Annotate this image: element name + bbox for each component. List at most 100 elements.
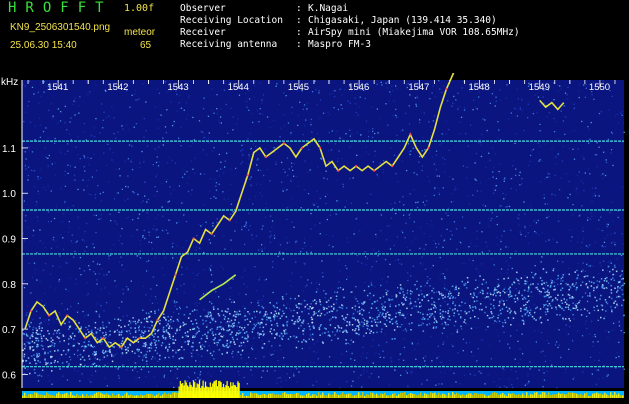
noise-speck [271, 324, 273, 326]
noise-speck [276, 325, 279, 327]
noise-speck [302, 133, 304, 136]
noise-speck [578, 83, 580, 85]
noise-speck [310, 212, 312, 215]
noise-speck [139, 334, 142, 336]
noise-speck [110, 353, 113, 356]
activity-tick [406, 395, 408, 398]
noise-speck [581, 120, 583, 123]
noise-speck [293, 321, 296, 323]
noise-speck [338, 259, 340, 261]
noise-speck [489, 298, 491, 300]
noise-speck [190, 193, 192, 195]
activity-tick [302, 395, 304, 398]
noise-speck [311, 318, 314, 321]
noise-speck [548, 215, 550, 218]
noise-speck [441, 133, 443, 135]
noise-speck [87, 193, 90, 195]
noise-speck [208, 142, 210, 144]
noise-speck [240, 162, 242, 165]
noise-speck [269, 231, 271, 233]
noise-speck [289, 280, 291, 282]
noise-speck [44, 319, 47, 321]
noise-speck [409, 217, 411, 219]
noise-speck [445, 323, 447, 326]
noise-speck [357, 319, 359, 321]
noise-speck [259, 113, 261, 115]
noise-speck [548, 342, 550, 345]
noise-speck [396, 141, 398, 143]
noise-speck [610, 306, 612, 308]
noise-speck [218, 349, 221, 351]
noise-speck [419, 155, 421, 158]
noise-speck [329, 214, 332, 217]
noise-speck [576, 309, 579, 311]
noise-speck [104, 364, 106, 367]
noise-speck [425, 244, 427, 246]
activity-burst [214, 380, 216, 398]
noise-speck [367, 285, 370, 288]
activity-tick [464, 395, 466, 398]
noise-speck [566, 94, 568, 96]
noise-speck [516, 271, 518, 274]
noise-speck [245, 93, 247, 95]
noise-speck [380, 214, 382, 216]
noise-speck [150, 310, 152, 313]
noise-speck [210, 197, 212, 200]
noise-speck [494, 289, 496, 291]
noise-speck [358, 328, 360, 331]
noise-speck [276, 322, 278, 325]
noise-speck [578, 90, 580, 92]
noise-speck [247, 324, 249, 326]
noise-speck [390, 147, 392, 149]
noise-speck [318, 90, 320, 92]
noise-speck [216, 113, 218, 115]
noise-speck [54, 359, 56, 362]
noise-speck [413, 221, 415, 223]
noise-speck [421, 383, 423, 385]
noise-speck [402, 329, 404, 332]
noise-speck [99, 193, 101, 195]
noise-speck [600, 174, 602, 177]
noise-speck [279, 344, 281, 347]
noise-speck [111, 355, 113, 357]
noise-speck [551, 193, 553, 195]
activity-tick [566, 394, 568, 398]
noise-speck [408, 123, 411, 125]
noise-speck [607, 109, 610, 111]
noise-speck [108, 115, 110, 117]
noise-speck [332, 234, 334, 237]
noise-speck [192, 340, 194, 342]
noise-speck [589, 295, 591, 297]
noise-speck [426, 223, 428, 225]
noise-speck [417, 201, 419, 203]
noise-speck [209, 242, 212, 244]
noise-speck [93, 127, 96, 129]
noise-speck [205, 326, 208, 328]
activity-tick [594, 393, 596, 398]
noise-speck [78, 112, 80, 114]
noise-speck [150, 347, 153, 349]
noise-speck [564, 301, 567, 304]
noise-speck [543, 197, 545, 199]
noise-speck [510, 112, 512, 114]
noise-speck [550, 296, 552, 298]
noise-speck [81, 356, 84, 358]
noise-speck [212, 150, 214, 152]
noise-speck [33, 93, 35, 95]
noise-speck [48, 364, 51, 366]
noise-speck [531, 315, 534, 318]
activity-tick [82, 394, 84, 398]
noise-speck [401, 230, 403, 232]
noise-speck [23, 355, 25, 358]
noise-speck [312, 300, 314, 302]
noise-speck [592, 276, 595, 279]
noise-speck [265, 207, 267, 209]
noise-speck [428, 121, 430, 123]
activity-tick [536, 392, 538, 398]
noise-speck [36, 333, 39, 335]
noise-speck [443, 85, 445, 87]
noise-speck [38, 102, 40, 104]
noise-speck [472, 355, 475, 357]
noise-speck [54, 329, 56, 332]
noise-speck [24, 367, 26, 369]
